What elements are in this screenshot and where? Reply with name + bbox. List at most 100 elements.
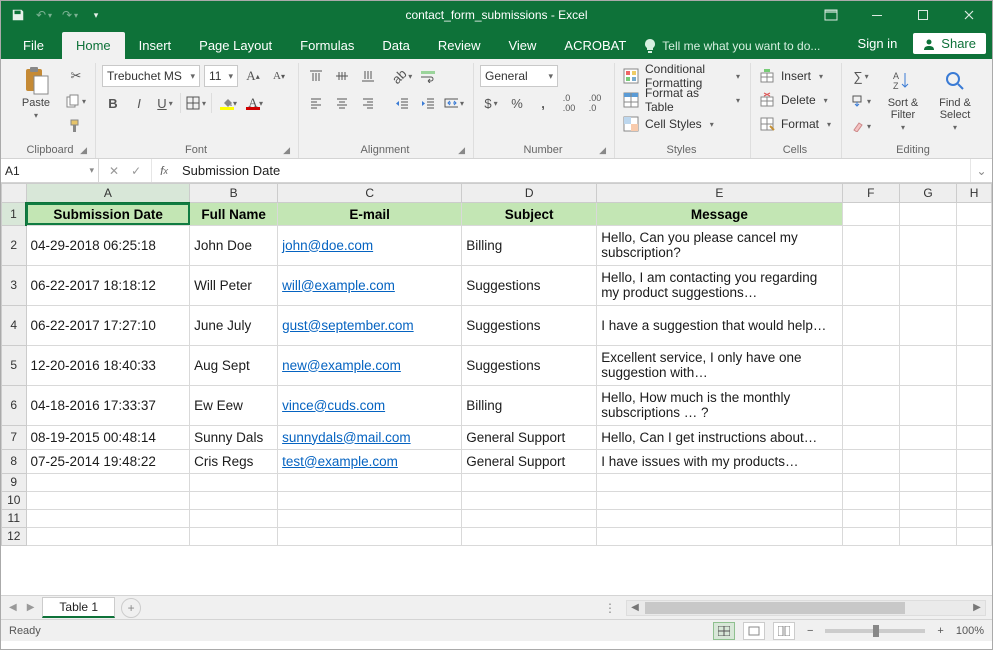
qat-customize-icon[interactable]: ▾ [85, 4, 107, 26]
scroll-left-icon[interactable]: ◀ [627, 602, 643, 613]
cell[interactable]: I have issues with my products… [597, 449, 842, 473]
table-row[interactable]: 5 12-20-2016 18:40:33 Aug Sept new@examp… [2, 345, 992, 385]
scroll-right-icon[interactable]: ▶ [969, 602, 985, 613]
cell[interactable] [842, 225, 899, 265]
cell[interactable]: E-mail [278, 203, 462, 226]
cell[interactable]: Hello, Can I get instructions about… [597, 425, 842, 449]
cell[interactable]: Billing [462, 225, 597, 265]
increase-font-icon[interactable]: A▴ [242, 65, 264, 87]
ribbon-display-options-icon[interactable] [808, 1, 854, 29]
name-box[interactable]: A1 ▾ [1, 159, 99, 182]
cell[interactable]: Aug Sept [190, 345, 278, 385]
cell[interactable] [842, 527, 899, 545]
column-headers[interactable]: A B C D E F G H [2, 184, 992, 203]
cell[interactable] [957, 509, 992, 527]
cell[interactable] [26, 527, 190, 545]
cell[interactable] [899, 473, 956, 491]
cell[interactable] [899, 305, 956, 345]
cell[interactable] [957, 527, 992, 545]
cell[interactable]: 07-25-2014 19:48:22 [26, 449, 190, 473]
delete-cells-button[interactable]: Delete▾ [757, 89, 833, 111]
cell[interactable] [957, 305, 992, 345]
cell[interactable] [842, 305, 899, 345]
tab-review[interactable]: Review [424, 32, 495, 59]
cell-styles-button[interactable]: Cell Styles▾ [621, 113, 742, 135]
cell[interactable] [842, 345, 899, 385]
zoom-slider[interactable] [825, 629, 925, 633]
cell[interactable] [26, 491, 190, 509]
merge-center-icon[interactable]: ▾ [443, 92, 465, 114]
row-header[interactable]: 10 [2, 491, 27, 509]
cell[interactable]: Message [597, 203, 842, 226]
cell[interactable]: Cris Regs [190, 449, 278, 473]
cell[interactable]: john@doe.com [278, 225, 462, 265]
email-link[interactable]: test@example.com [282, 454, 398, 469]
cell[interactable]: 08-19-2015 00:48:14 [26, 425, 190, 449]
cell[interactable] [597, 527, 842, 545]
horizontal-scrollbar[interactable]: ◀ ▶ [626, 600, 986, 616]
cell[interactable]: Full Name [190, 203, 278, 226]
col-header-a[interactable]: A [26, 184, 190, 203]
format-painter-icon[interactable] [65, 115, 87, 137]
formula-input[interactable]: Submission Date [176, 159, 970, 182]
spreadsheet-grid[interactable]: A B C D E F G H 1 Submission Date Full N… [1, 183, 992, 595]
cell[interactable] [842, 203, 899, 226]
redo-icon[interactable]: ↷▾ [59, 4, 81, 26]
decrease-font-icon[interactable]: A▾ [268, 65, 290, 87]
conditional-formatting-button[interactable]: Conditional Formatting▾ [621, 65, 742, 87]
sign-in-link[interactable]: Sign in [852, 32, 904, 55]
borders-button[interactable]: ▾ [185, 92, 207, 114]
email-link[interactable]: sunnydals@mail.com [282, 430, 411, 445]
row-header[interactable]: 11 [2, 509, 27, 527]
cell[interactable]: sunnydals@mail.com [278, 425, 462, 449]
email-link[interactable]: new@example.com [282, 358, 401, 373]
dialog-launcher-icon[interactable]: ◢ [283, 145, 290, 156]
cell[interactable] [842, 265, 899, 305]
font-color-button[interactable]: A ▾ [242, 92, 264, 114]
cell[interactable]: Hello, I am contacting you regarding my … [597, 265, 842, 305]
tab-view[interactable]: View [494, 32, 550, 59]
table-row[interactable]: 2 04-29-2018 06:25:18 John Doe john@doe.… [2, 225, 992, 265]
col-header-h[interactable]: H [957, 184, 992, 203]
cell[interactable] [278, 509, 462, 527]
cell[interactable] [462, 473, 597, 491]
row-header[interactable]: 12 [2, 527, 27, 545]
cell[interactable]: will@example.com [278, 265, 462, 305]
paste-button[interactable]: Paste ▾ [13, 65, 59, 120]
tab-data[interactable]: Data [368, 32, 423, 59]
cell[interactable] [899, 203, 956, 226]
cell[interactable] [899, 345, 956, 385]
accounting-format-icon[interactable]: $▾ [480, 92, 502, 114]
tab-insert[interactable]: Insert [125, 32, 186, 59]
dialog-launcher-icon[interactable]: ◢ [80, 145, 87, 156]
email-link[interactable]: will@example.com [282, 278, 395, 293]
scrollbar-thumb[interactable] [645, 602, 905, 614]
cell[interactable]: General Support [462, 425, 597, 449]
col-header-d[interactable]: D [462, 184, 597, 203]
cell[interactable] [190, 509, 278, 527]
fx-icon[interactable]: fx [152, 159, 176, 182]
cell[interactable]: gust@september.com [278, 305, 462, 345]
cell[interactable]: Suggestions [462, 265, 597, 305]
table-row[interactable]: 6 04-18-2016 17:33:37 Ew Eew vince@cuds.… [2, 385, 992, 425]
autosum-icon[interactable]: ∑▾ [848, 65, 874, 87]
cell[interactable] [842, 449, 899, 473]
cell[interactable]: vince@cuds.com [278, 385, 462, 425]
share-button[interactable]: Share [913, 33, 986, 54]
cell[interactable] [278, 527, 462, 545]
format-cells-button[interactable]: Format▾ [757, 113, 833, 135]
cell[interactable] [957, 473, 992, 491]
cancel-formula-icon[interactable]: ✕ [109, 164, 119, 178]
cell[interactable]: new@example.com [278, 345, 462, 385]
sheet-nav-prev-icon[interactable]: ◀ [7, 602, 19, 613]
new-sheet-button[interactable]: + [121, 598, 141, 618]
cell[interactable] [597, 509, 842, 527]
table-row[interactable]: 3 06-22-2017 18:18:12 Will Peter will@ex… [2, 265, 992, 305]
align-bottom-icon[interactable] [357, 65, 379, 87]
cell[interactable] [957, 449, 992, 473]
cell[interactable]: 12-20-2016 18:40:33 [26, 345, 190, 385]
close-icon[interactable] [946, 1, 992, 29]
zoom-out-icon[interactable]: − [803, 625, 817, 637]
cell[interactable]: General Support [462, 449, 597, 473]
tell-me-search[interactable]: Tell me what you want to do... [640, 33, 828, 59]
